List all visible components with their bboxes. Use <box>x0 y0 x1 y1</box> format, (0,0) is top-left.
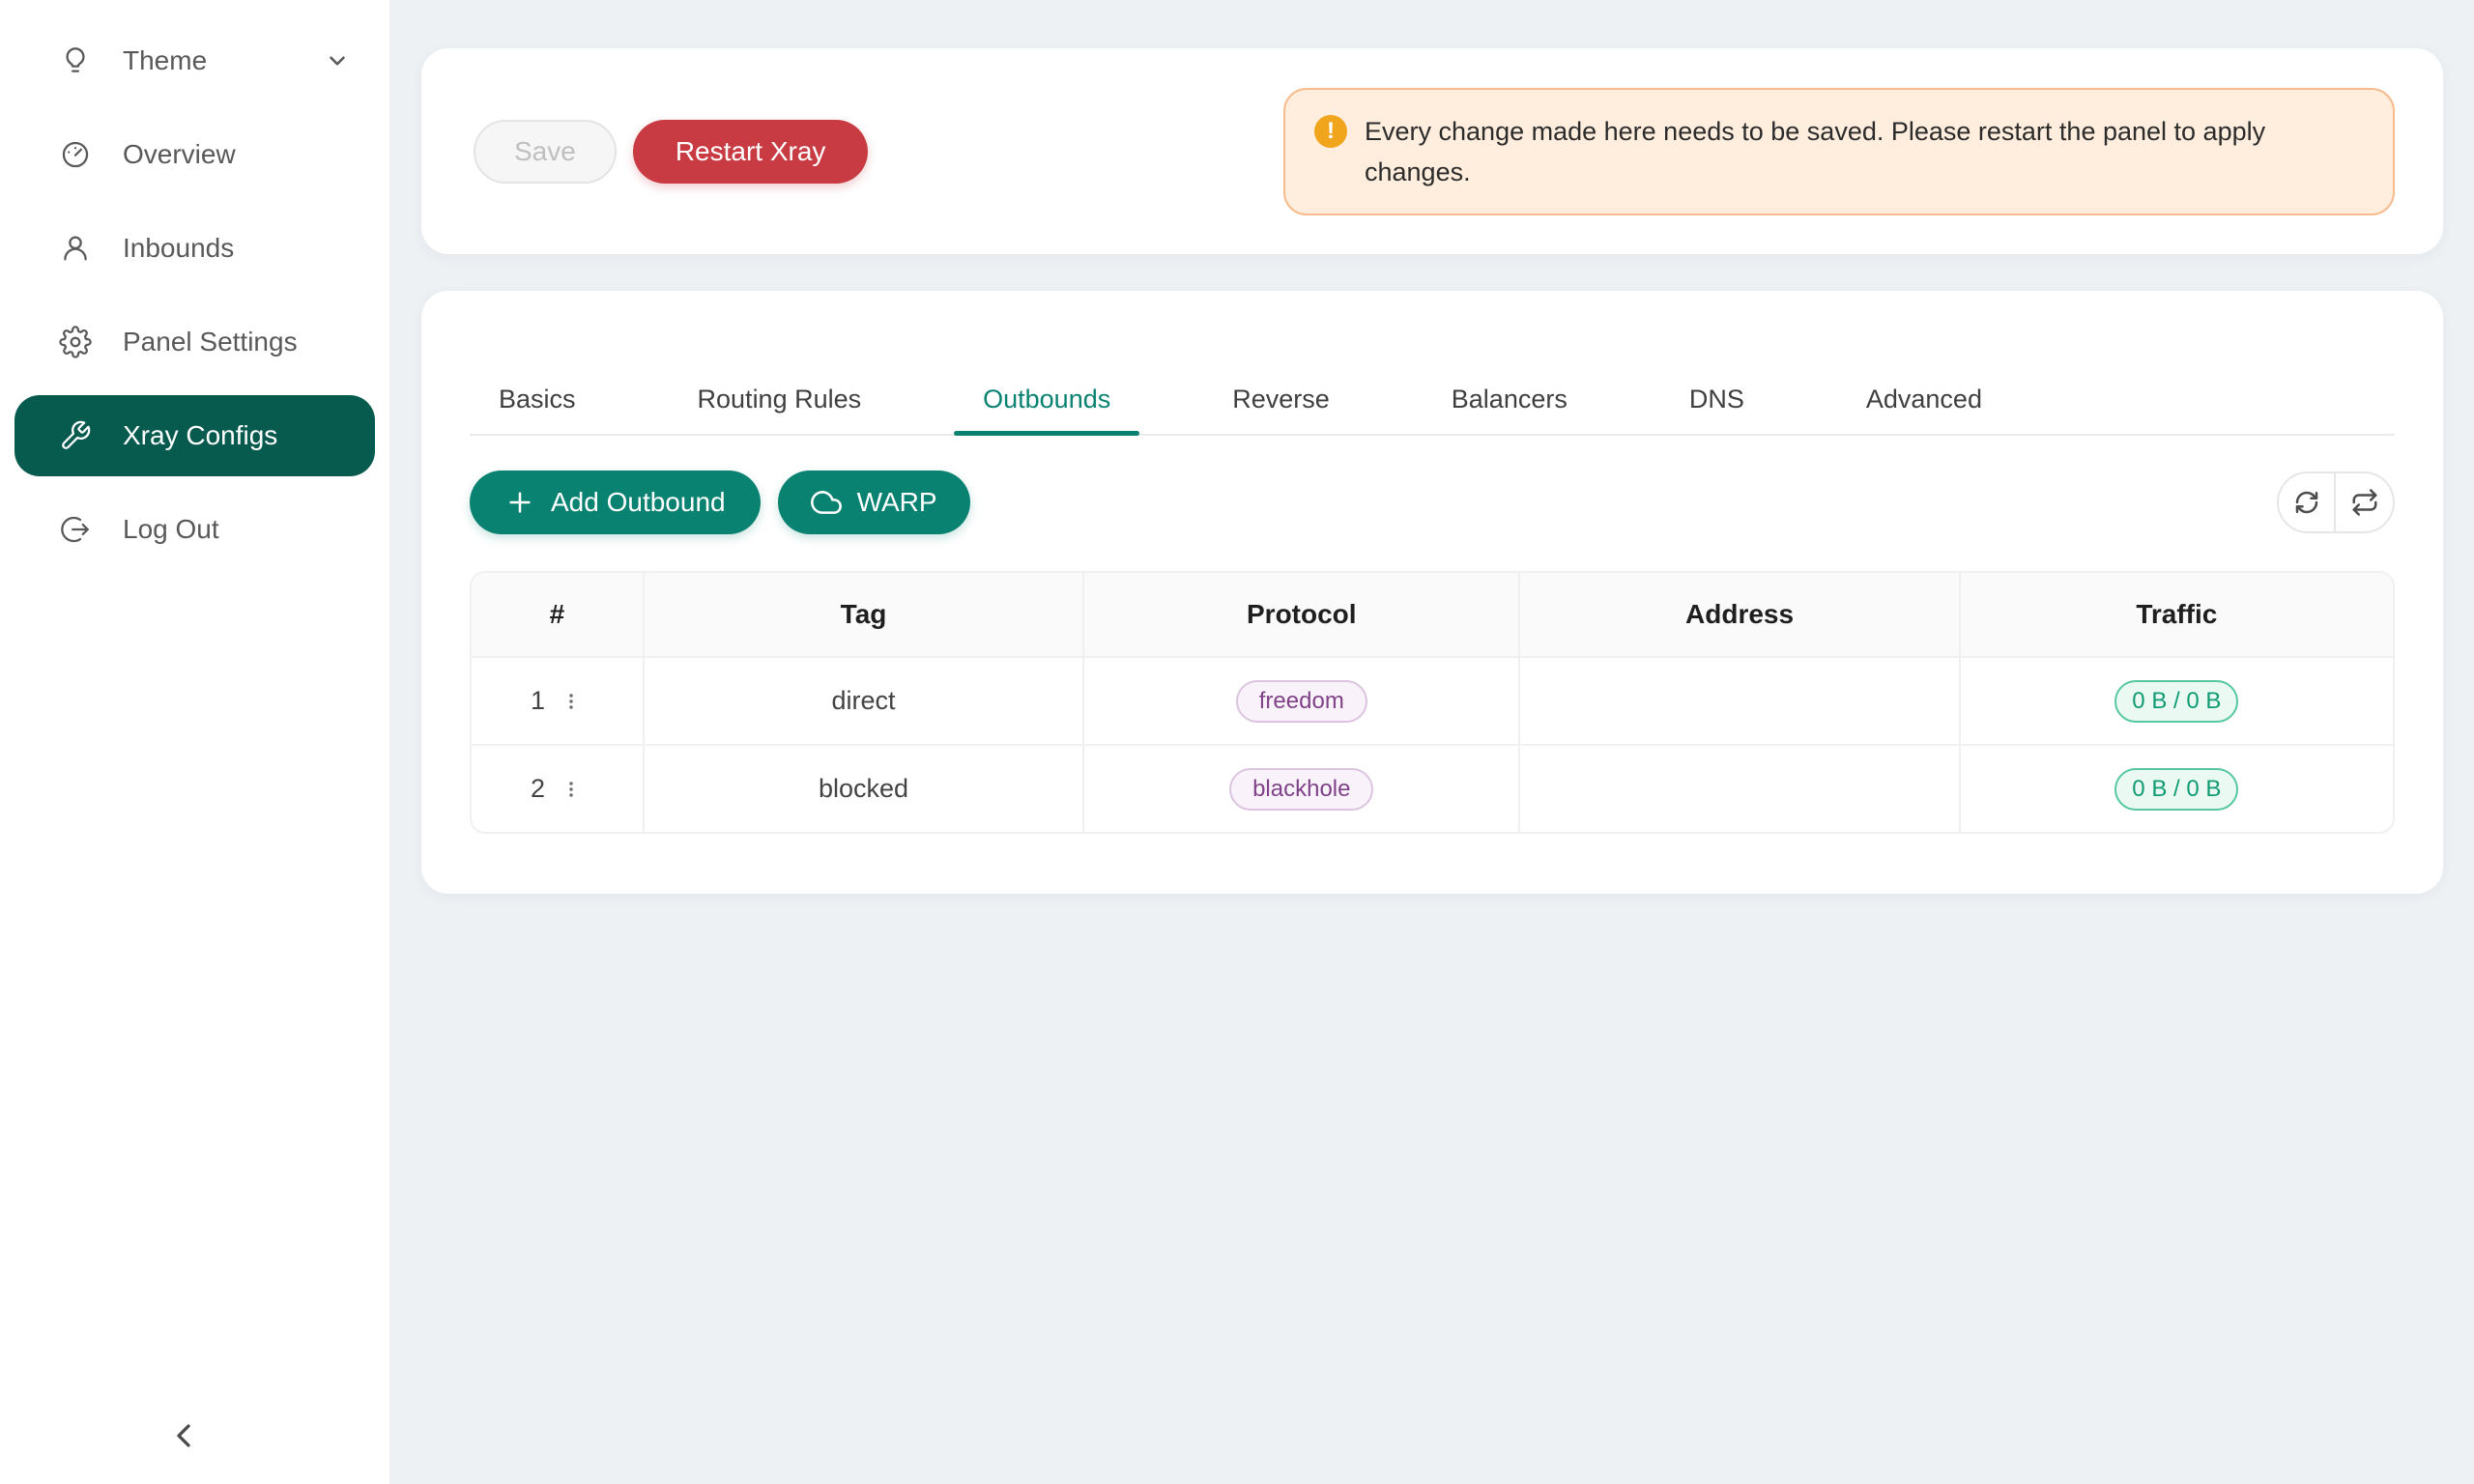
chevron-down-icon <box>325 48 350 73</box>
sidebar-item-xray-configs[interactable]: Xray Configs <box>14 395 375 476</box>
cell-address <box>1520 744 1960 832</box>
plus-icon <box>504 487 535 518</box>
reset-traffic-button[interactable] <box>2336 473 2393 531</box>
warning-alert: ! Every change made here needs to be sav… <box>1283 88 2395 215</box>
sidebar-item-panel-settings[interactable]: Panel Settings <box>14 301 375 383</box>
sidebar-item-theme[interactable]: Theme <box>14 20 375 101</box>
row-index: 2 <box>531 774 545 804</box>
sync-icon <box>2292 488 2321 517</box>
outbounds-table: # Tag Protocol Address Traffic 1 <box>470 571 2395 834</box>
cell-tag: direct <box>645 658 1084 744</box>
row-menu-icon[interactable] <box>559 775 584 804</box>
cloud-icon <box>811 487 842 518</box>
lightbulb-icon <box>59 44 92 77</box>
save-button[interactable]: Save <box>474 120 617 184</box>
chevron-left-icon <box>164 1416 203 1455</box>
warning-icon: ! <box>1314 115 1347 148</box>
row-menu-icon[interactable] <box>559 687 584 716</box>
refresh-button[interactable] <box>2279 473 2336 531</box>
tab-bar: Basics Routing Rules Outbounds Reverse B… <box>470 380 2395 436</box>
protocol-badge: blackhole <box>1229 768 1373 811</box>
repeat-icon <box>2350 488 2379 517</box>
gear-icon <box>59 326 92 358</box>
table-header-row: # Tag Protocol Address Traffic <box>472 573 2393 658</box>
tab-basics[interactable]: Basics <box>470 380 605 434</box>
tab-balancers[interactable]: Balancers <box>1423 380 1597 434</box>
sidebar: Theme Overview Inbounds <box>0 0 389 1484</box>
logout-icon <box>59 513 92 546</box>
cell-tag: blocked <box>645 744 1084 832</box>
user-icon <box>59 232 92 265</box>
restart-xray-button[interactable]: Restart Xray <box>633 120 869 184</box>
xray-configs-card: Basics Routing Rules Outbounds Reverse B… <box>421 291 2443 894</box>
traffic-badge: 0 B / 0 B <box>2114 768 2238 811</box>
sidebar-item-label: Overview <box>123 139 236 170</box>
tab-routing-rules[interactable]: Routing Rules <box>669 380 891 434</box>
sidebar-item-label: Panel Settings <box>123 327 298 357</box>
add-outbound-label: Add Outbound <box>551 487 726 518</box>
traffic-badge: 0 B / 0 B <box>2114 680 2238 723</box>
column-header-index: # <box>472 573 645 658</box>
tab-outbounds[interactable]: Outbounds <box>954 380 1139 434</box>
table-actions-group <box>2277 471 2395 533</box>
sidebar-item-label: Theme <box>123 45 207 76</box>
row-index: 1 <box>531 686 545 716</box>
main-content: Save Restart Xray ! Every change made he… <box>389 0 2474 1484</box>
column-header-protocol: Protocol <box>1084 573 1520 658</box>
sidebar-item-log-out[interactable]: Log Out <box>14 489 375 570</box>
warp-button[interactable]: WARP <box>778 471 970 534</box>
tab-reverse[interactable]: Reverse <box>1203 380 1359 434</box>
add-outbound-button[interactable]: Add Outbound <box>470 471 761 534</box>
protocol-badge: freedom <box>1236 680 1367 723</box>
table-row: 1 direct freedom 0 B / 0 B <box>472 658 2393 744</box>
alert-text: Every change made here needs to be saved… <box>1365 111 2364 192</box>
app-root: Theme Overview Inbounds <box>0 0 2474 1484</box>
sidebar-item-label: Log Out <box>123 514 219 545</box>
tab-dns[interactable]: DNS <box>1660 380 1773 434</box>
sidebar-nav: Theme Overview Inbounds <box>0 20 389 570</box>
outbounds-toolbar: Add Outbound WARP <box>470 471 2395 534</box>
table-row: 2 blocked blackhole 0 B / 0 B <box>472 744 2393 832</box>
cell-address <box>1520 658 1960 744</box>
tab-advanced[interactable]: Advanced <box>1837 380 2011 434</box>
column-header-traffic: Traffic <box>1961 573 2393 658</box>
sidebar-item-label: Xray Configs <box>123 420 277 451</box>
sidebar-item-label: Inbounds <box>123 233 234 264</box>
column-header-address: Address <box>1520 573 1960 658</box>
sidebar-item-overview[interactable]: Overview <box>14 114 375 195</box>
wrench-icon <box>59 419 92 452</box>
gauge-icon <box>59 138 92 171</box>
column-header-tag: Tag <box>645 573 1084 658</box>
warp-label: WARP <box>857 487 937 518</box>
sidebar-item-inbounds[interactable]: Inbounds <box>14 208 375 289</box>
actions-card: Save Restart Xray ! Every change made he… <box>421 48 2443 254</box>
sidebar-collapse-button[interactable] <box>157 1409 211 1463</box>
